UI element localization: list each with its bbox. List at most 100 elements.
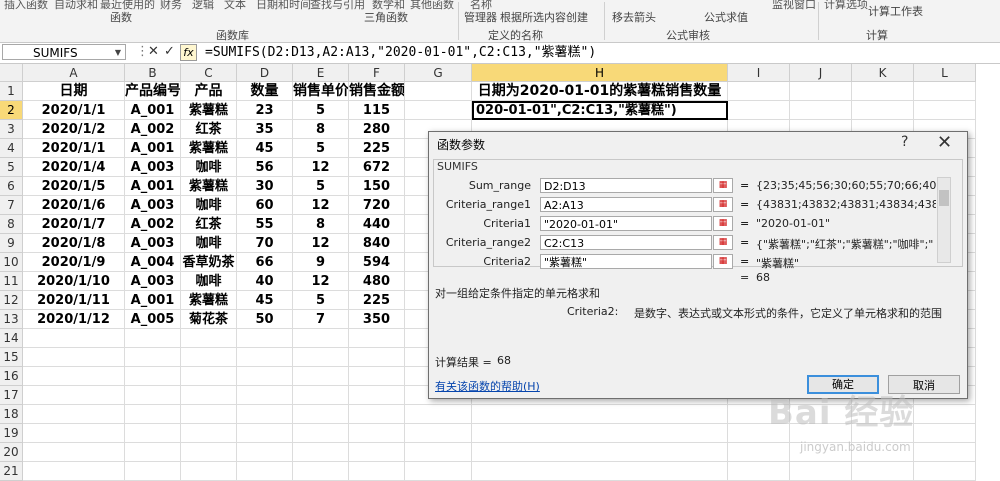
cell[interactable] (181, 329, 237, 348)
arg-input[interactable]: "紫薯糕" (540, 254, 712, 269)
table-header-cell[interactable]: 产品 (181, 82, 237, 101)
help-icon[interactable]: ? (901, 134, 908, 150)
cell[interactable] (237, 424, 293, 443)
row-header-3[interactable]: 3 (0, 120, 23, 139)
table-cell[interactable]: 350 (349, 310, 405, 329)
cell[interactable] (23, 443, 125, 462)
table-cell[interactable]: A_002 (125, 120, 181, 139)
formula-input[interactable]: =SUMIFS(D2:D13,A2:A13,"2020-01-01",C2:C1… (205, 43, 596, 63)
table-header-cell[interactable]: 数量 (237, 82, 293, 101)
cell[interactable] (349, 462, 405, 481)
row-header-1[interactable]: 1 (0, 82, 23, 101)
remove-arrows-button[interactable]: 移去箭头 (612, 9, 656, 25)
table-cell[interactable]: 2020/1/12 (23, 310, 125, 329)
text-button[interactable]: 文本 (224, 0, 246, 12)
datetime-button[interactable]: 日期和时间 (256, 0, 311, 12)
cell[interactable] (728, 82, 790, 101)
arg-input[interactable]: C2:C13 (540, 235, 712, 250)
range-select-icon[interactable]: ▦ (713, 178, 733, 193)
cell[interactable] (237, 462, 293, 481)
cell[interactable] (349, 386, 405, 405)
row-header-14[interactable]: 14 (0, 329, 23, 348)
range-select-icon[interactable]: ▦ (713, 235, 733, 250)
table-header-cell[interactable]: 销售金额 (349, 82, 405, 101)
row-header-13[interactable]: 13 (0, 310, 23, 329)
table-cell[interactable]: 5 (293, 101, 349, 120)
cell[interactable] (790, 101, 852, 120)
cell[interactable] (293, 329, 349, 348)
row-header-8[interactable]: 8 (0, 215, 23, 234)
cell[interactable] (125, 367, 181, 386)
table-cell[interactable]: A_001 (125, 101, 181, 120)
cell[interactable] (790, 82, 852, 101)
cell[interactable] (125, 424, 181, 443)
scroll-thumb[interactable] (939, 190, 949, 206)
table-cell[interactable]: 12 (293, 158, 349, 177)
autosum-button[interactable]: 自动求和 (54, 0, 98, 12)
table-cell[interactable]: A_003 (125, 234, 181, 253)
cell[interactable] (23, 405, 125, 424)
result-title-cell[interactable]: 日期为2020-01-01的紫薯糕销售数量 (472, 82, 728, 101)
table-cell[interactable]: 2020/1/2 (23, 120, 125, 139)
table-cell[interactable]: 红茶 (181, 120, 237, 139)
watch-window-button[interactable]: 监视窗口 (772, 0, 816, 12)
more-functions-button[interactable]: 其他函数 (410, 0, 454, 12)
cell[interactable] (852, 462, 914, 481)
table-cell[interactable]: 35 (237, 120, 293, 139)
table-cell[interactable]: 紫薯糕 (181, 139, 237, 158)
column-header-k[interactable]: K (852, 64, 914, 82)
cell[interactable] (237, 348, 293, 367)
row-header-19[interactable]: 19 (0, 424, 23, 443)
cell[interactable] (405, 101, 472, 120)
column-header-f[interactable]: F (349, 64, 405, 82)
cell[interactable] (349, 405, 405, 424)
range-select-icon[interactable]: ▦ (713, 254, 733, 269)
table-cell[interactable]: 咖啡 (181, 158, 237, 177)
cell[interactable] (472, 424, 728, 443)
arg-input[interactable]: A2:A13 (540, 197, 712, 212)
table-cell[interactable]: 594 (349, 253, 405, 272)
cell[interactable] (23, 424, 125, 443)
logical-button[interactable]: 逻辑 (192, 0, 214, 12)
cell[interactable] (293, 424, 349, 443)
cell[interactable] (405, 462, 472, 481)
cell[interactable] (914, 82, 976, 101)
cell[interactable] (293, 386, 349, 405)
column-header-d[interactable]: D (237, 64, 293, 82)
table-cell[interactable]: 12 (293, 196, 349, 215)
table-cell[interactable]: 55 (237, 215, 293, 234)
row-header-16[interactable]: 16 (0, 367, 23, 386)
table-cell[interactable]: A_003 (125, 196, 181, 215)
cell[interactable] (181, 424, 237, 443)
calc-options-button[interactable]: 计算选项 (824, 0, 868, 12)
help-link[interactable]: 有关该函数的帮助(H) (435, 378, 540, 394)
table-cell[interactable]: 60 (237, 196, 293, 215)
table-cell[interactable]: 紫薯糕 (181, 101, 237, 120)
row-header-5[interactable]: 5 (0, 158, 23, 177)
cell[interactable] (125, 462, 181, 481)
arg-input[interactable]: D2:D13 (540, 178, 712, 193)
table-cell[interactable]: A_002 (125, 215, 181, 234)
cell[interactable] (405, 405, 472, 424)
table-cell[interactable]: 7 (293, 310, 349, 329)
table-cell[interactable]: 40 (237, 272, 293, 291)
cell[interactable] (23, 386, 125, 405)
row-header-15[interactable]: 15 (0, 348, 23, 367)
table-cell[interactable]: 225 (349, 291, 405, 310)
create-from-selection-button[interactable]: 根据所选内容创建 (500, 9, 588, 25)
cell[interactable] (349, 329, 405, 348)
table-header-cell[interactable]: 产品编号 (125, 82, 181, 101)
calc-sheet-button[interactable]: 计算工作表 (868, 3, 923, 19)
table-cell[interactable]: 2020/1/1 (23, 139, 125, 158)
insert-function-button[interactable]: 插入函数 (4, 0, 48, 12)
table-cell[interactable]: A_003 (125, 272, 181, 291)
cell[interactable] (914, 424, 976, 443)
table-cell[interactable]: 12 (293, 234, 349, 253)
table-cell[interactable]: 23 (237, 101, 293, 120)
table-cell[interactable]: 紫薯糕 (181, 177, 237, 196)
table-cell[interactable]: 5 (293, 177, 349, 196)
cell[interactable] (349, 443, 405, 462)
row-header-2[interactable]: 2 (0, 101, 23, 120)
row-header-10[interactable]: 10 (0, 253, 23, 272)
table-cell[interactable]: 56 (237, 158, 293, 177)
